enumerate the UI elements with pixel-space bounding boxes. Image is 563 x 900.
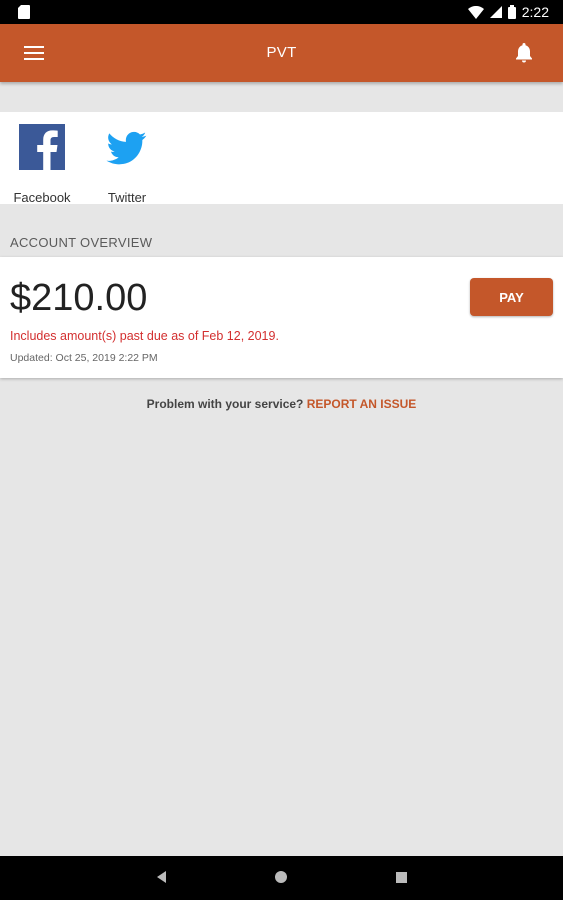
report-issue-link[interactable]: REPORT AN ISSUE — [307, 397, 417, 411]
facebook-icon — [19, 124, 65, 170]
updated-timestamp: Updated: Oct 25, 2019 2:22 PM — [10, 352, 158, 364]
balance-amount: $210.00 — [10, 277, 148, 319]
twitter-label: Twitter — [107, 190, 147, 205]
status-bar: 2:22 — [0, 0, 563, 24]
facebook-link[interactable]: Facebook — [2, 124, 82, 205]
past-due-notice: Includes amount(s) past due as of Feb 12… — [10, 329, 279, 343]
back-icon[interactable] — [154, 869, 168, 885]
report-issue-row: Problem with your service? REPORT AN ISS… — [0, 397, 563, 411]
social-links-card: Facebook Twitter — [0, 112, 563, 205]
battery-icon — [507, 5, 516, 19]
recents-icon[interactable] — [393, 869, 409, 885]
account-overview-heading: ACCOUNT OVERVIEW — [10, 235, 153, 250]
cell-signal-icon — [489, 6, 502, 18]
status-time: 2:22 — [521, 4, 549, 20]
app-title: PVT — [266, 44, 297, 61]
notifications-bell-icon[interactable] — [515, 43, 533, 63]
wifi-icon — [467, 5, 484, 19]
system-nav-bar — [0, 856, 563, 900]
pay-button[interactable]: PAY — [470, 278, 553, 316]
home-icon[interactable] — [273, 869, 289, 885]
app-bar: PVT — [0, 24, 563, 82]
twitter-icon — [106, 131, 147, 165]
facebook-label: Facebook — [13, 190, 71, 205]
twitter-link[interactable]: Twitter — [87, 124, 167, 205]
problem-question: Problem with your service? — [146, 397, 304, 411]
account-overview-card: $210.00 Includes amount(s) past due as o… — [0, 257, 563, 378]
sim-card-icon — [18, 5, 30, 19]
